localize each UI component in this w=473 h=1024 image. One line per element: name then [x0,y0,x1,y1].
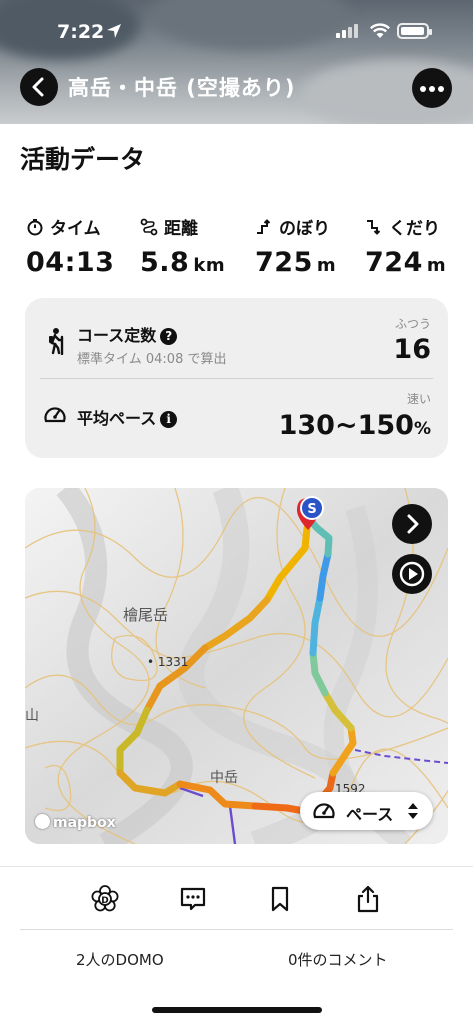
ascent-icon [257,218,271,234]
chevron-left-icon [32,77,44,97]
next-button[interactable] [392,504,432,544]
home-indicator[interactable] [152,1007,322,1013]
battery-icon [397,23,432,39]
domo-count-link[interactable]: 2人のDOMO [76,949,164,970]
action-bar: D [0,876,473,926]
stat-distance: 距離 5.8 km [140,214,225,278]
domo-flower-icon[interactable]: D [90,884,120,914]
mapbox-text: mapbox [53,815,116,831]
card-divider [40,378,433,379]
status-time: 7:22 [57,21,105,43]
average-pace-text: 平均ペース [77,409,157,428]
footer-divider [20,929,453,930]
course-pace-card: コース定数? 標準タイム 04:08 で算出 ふつう 16 平均ペース i 速い … [25,298,448,458]
chevron-right-icon [407,514,419,534]
nav-bar: 高岳・中岳 (空撮あり) [0,66,473,108]
stat-label: のぼり [279,219,330,239]
stat-label: 距離 [164,219,198,239]
stat-time: タイム 04:13 [26,214,114,278]
comment-icon[interactable] [178,884,208,914]
map-canvas: 檜尾岳 • 1331 中岳 1592 山 S [25,488,448,844]
play-button[interactable] [392,554,432,594]
section-title: 活動データ [20,145,146,174]
status-bar: 7:22 [0,18,473,46]
stat-unit: m [426,255,447,276]
map-label-elev1: • 1331 [147,655,188,669]
page-title: 高岳・中岳 (空撮あり) [68,76,296,100]
location-arrow-icon [107,24,121,38]
pace-value-unit: % [413,419,431,439]
stat-descent: くだり 724 m [365,214,446,278]
speedometer-icon [313,803,335,819]
bookmark-icon[interactable] [265,884,295,914]
hiker-icon [49,328,64,355]
more-dot [420,86,426,92]
start-marker-label: S [307,502,316,517]
pace-mode-label: ペース [346,805,394,824]
pace-value-number: 130~150 [278,410,414,441]
course-difficulty-tag: ふつう [394,317,431,331]
more-dot [438,86,444,92]
course-constant-text: コース定数 [77,326,157,345]
svg-text:D: D [101,896,108,906]
stat-value: 04:13 [26,247,115,278]
map-label-peak1: 檜尾岳 [123,606,168,624]
info-icon[interactable]: i [160,411,178,428]
sort-arrows-icon [408,803,418,819]
stopwatch-icon [27,218,43,235]
stat-ascent: のぼり 725 m [255,214,336,278]
help-icon[interactable]: ? [160,328,178,345]
cellular-signal-icon [336,24,360,38]
stat-unit: m [316,255,337,276]
back-button[interactable] [20,68,58,106]
stat-value: 725 [255,247,313,278]
course-constant-value: 16 [393,334,431,365]
pace-speed-tag: 速い [406,392,431,406]
mapbox-attribution[interactable]: mapbox [35,814,116,831]
play-icon [399,561,425,587]
wifi-icon [369,23,391,38]
stat-value: 724 [365,247,423,278]
more-options-button[interactable] [412,68,452,108]
stat-label: タイム [50,219,101,239]
pace-mode-button[interactable]: ペース [300,792,433,830]
mapbox-logo-icon [35,814,50,829]
pace-value: 130~150% [279,410,431,441]
speedometer-icon [44,407,66,423]
stat-value: 5.8 [140,247,190,278]
average-pace-label: 平均ペース i [77,405,178,429]
course-constant-label: コース定数? [77,322,178,346]
distance-icon [140,218,158,235]
share-icon[interactable] [353,884,383,914]
route-map[interactable]: 檜尾岳 • 1331 中岳 1592 山 S mapbox ペース [25,488,448,844]
course-standard-time: 標準タイム 04:08 で算出 [77,352,227,367]
comment-count-link[interactable]: 0件のコメント [288,949,388,970]
more-dot [429,86,435,92]
stat-label: くだり [389,219,440,239]
stat-unit: km [193,255,226,276]
descent-icon [367,219,381,235]
actions-divider-top [0,866,473,867]
map-label-left: 山 [25,708,39,724]
map-label-peak2: 中岳 [210,770,238,786]
